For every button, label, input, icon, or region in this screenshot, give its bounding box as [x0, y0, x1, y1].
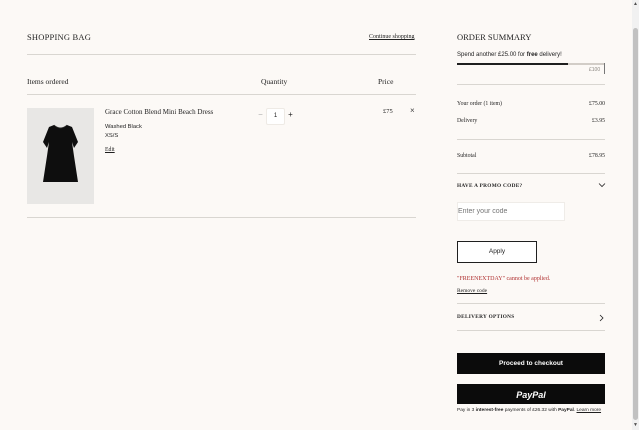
quantity-input[interactable]: 1	[266, 108, 285, 125]
delivery-value: £3.95	[591, 118, 605, 124]
price-header: Price	[378, 77, 394, 86]
product-name[interactable]: Grace Cotton Blend Mini Beach Dress	[105, 108, 213, 116]
apply-promo-button[interactable]: Apply	[457, 241, 537, 263]
promo-error-message: "FREENEXTDAY" cannot be applied.	[457, 276, 551, 282]
quantity-header: Quantity	[261, 77, 288, 86]
order-summary-title: ORDER SUMMARY	[457, 32, 532, 42]
proceed-to-checkout-button[interactable]: Proceed to checkout	[457, 353, 605, 374]
product-size: XS/S	[105, 133, 119, 139]
free-delivery-progress-bar	[457, 63, 605, 65]
remove-code-link[interactable]: Remove code	[457, 288, 487, 294]
promo-code-toggle[interactable]: HAVE A PROMO CODE?	[457, 183, 523, 189]
continue-shopping-link[interactable]: Continue shopping	[369, 34, 415, 40]
promo-code-input[interactable]	[457, 202, 565, 221]
quantity-increase-button[interactable]: +	[287, 110, 294, 119]
shopping-bag-title: SHOPPING BAG	[27, 32, 92, 42]
order-items-value: £75.00	[589, 101, 605, 107]
paypal-pay-in-3-note: Pay in 3 interest-free payments of £26.3…	[457, 408, 602, 413]
free-delivery-message: Spend another £25.00 for free delivery!	[457, 52, 562, 58]
divider	[457, 173, 605, 174]
scroll-down-arrow-icon[interactable]: ▼	[632, 422, 639, 428]
item-price: £75	[383, 108, 393, 115]
progress-end-marker	[604, 63, 605, 74]
free-delivery-threshold: £100	[589, 67, 601, 73]
paypal-learn-more-link[interactable]: Learn more	[577, 408, 602, 413]
product-image[interactable]	[27, 108, 94, 204]
scrollbar-thumb[interactable]	[633, 28, 638, 420]
subtotal-value: £78.95	[589, 153, 605, 159]
paypal-button[interactable]: PayPal	[457, 384, 605, 404]
chevron-down-icon[interactable]	[597, 180, 607, 190]
quantity-decrease-button[interactable]: −	[257, 110, 264, 119]
delivery-options-toggle[interactable]: DELIVERY OPTIONS	[457, 314, 515, 320]
scroll-up-arrow-icon[interactable]: ▲	[632, 1, 639, 7]
order-items-label: Your order (1 item)	[457, 101, 502, 107]
delivery-label: Delivery	[457, 118, 478, 124]
divider	[27, 217, 416, 218]
items-ordered-header: Items ordered	[27, 77, 69, 86]
divider	[27, 54, 416, 55]
remove-item-icon[interactable]: ×	[410, 106, 415, 115]
subtotal-label: Subtotal	[457, 153, 477, 159]
product-color: Washed Black	[105, 124, 142, 130]
paypal-logo: PayPal	[516, 390, 546, 400]
divider	[27, 94, 416, 95]
chevron-right-icon[interactable]	[597, 313, 606, 323]
divider	[457, 139, 605, 140]
edit-item-link[interactable]: Edit	[105, 147, 115, 153]
dress-image	[43, 124, 78, 182]
divider	[457, 303, 605, 304]
divider	[457, 330, 605, 331]
progress-fill	[457, 63, 568, 65]
divider	[457, 84, 605, 85]
